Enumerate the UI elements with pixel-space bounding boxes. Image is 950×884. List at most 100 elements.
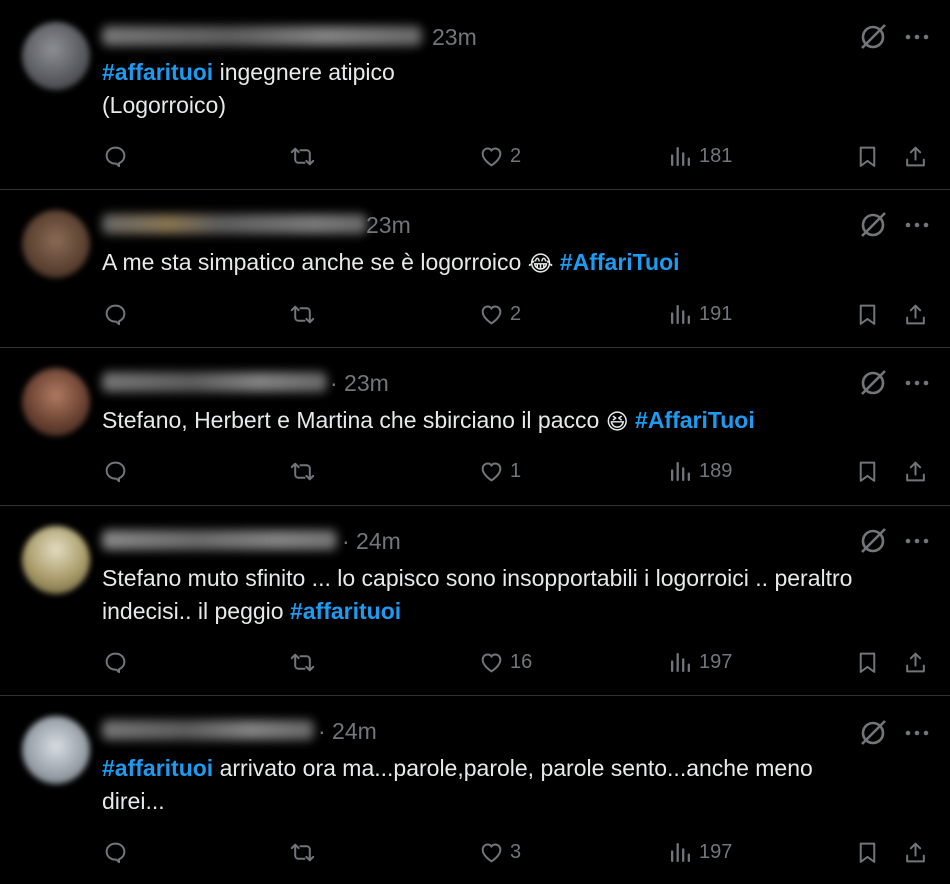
retweet-icon xyxy=(290,147,315,165)
share-button[interactable] xyxy=(903,297,928,331)
bookmark-icon xyxy=(859,652,876,673)
bookmark-button[interactable] xyxy=(855,835,880,869)
more-icon[interactable] xyxy=(904,718,930,748)
grok-icon[interactable] xyxy=(858,210,888,240)
bookmark-button[interactable] xyxy=(855,297,880,331)
tweet-text-segment: Stefano, Herbert e Martina che sbirciano… xyxy=(102,407,606,433)
tweet-2[interactable]: 23m A me sta simpatico anche se è logorr… xyxy=(0,190,950,348)
share-button[interactable] xyxy=(903,454,928,488)
share-icon xyxy=(906,652,925,672)
tweet-time[interactable]: · 24m xyxy=(342,528,401,555)
views-button[interactable]: 189 xyxy=(668,454,732,488)
views-count: 197 xyxy=(699,650,733,673)
grok-icon[interactable] xyxy=(858,368,888,398)
tweet-time[interactable]: 23m xyxy=(366,212,411,239)
author-name-blurred[interactable] xyxy=(102,530,337,550)
share-button[interactable] xyxy=(903,645,928,679)
share-icon xyxy=(906,304,925,324)
views-count: 197 xyxy=(699,840,733,863)
like-button[interactable]: 2 xyxy=(479,139,521,173)
hashtag-link[interactable]: #AffariTuoi xyxy=(560,249,680,275)
views-count: 181 xyxy=(699,144,733,167)
tweet-actions: 3 197 xyxy=(0,835,950,869)
retweet-icon xyxy=(290,305,315,323)
tweet-time[interactable]: · 24m xyxy=(318,718,377,745)
tweet-1[interactable]: 23m #affarituoi ingegnere atipico (Logor… xyxy=(0,0,950,190)
bookmark-icon xyxy=(859,842,876,863)
author-name-blurred[interactable] xyxy=(102,720,314,740)
more-icon[interactable] xyxy=(904,526,930,556)
share-button[interactable] xyxy=(903,139,928,173)
share-icon xyxy=(906,461,925,481)
retweet-button[interactable] xyxy=(290,454,315,488)
author-name-blurred[interactable] xyxy=(102,372,327,392)
like-button[interactable]: 3 xyxy=(479,835,521,869)
tweet-5[interactable]: · 24m #affarituoi arrivato ora ma...paro… xyxy=(0,696,950,884)
hashtag-link[interactable]: #AffariTuoi xyxy=(635,407,755,433)
bookmark-button[interactable] xyxy=(855,139,880,173)
hashtag-link[interactable]: #affarituoi xyxy=(102,59,213,85)
grok-icon[interactable] xyxy=(858,22,888,52)
like-icon xyxy=(481,842,502,862)
author-name-blurred[interactable] xyxy=(102,214,367,234)
like-icon xyxy=(481,461,502,481)
tweet-3[interactable]: · 23m Stefano, Herbert e Martina che sbi… xyxy=(0,348,950,506)
like-icon xyxy=(481,304,502,324)
views-icon xyxy=(671,304,690,324)
views-button[interactable]: 197 xyxy=(668,645,732,679)
bookmark-button[interactable] xyxy=(855,454,880,488)
reply-icon xyxy=(105,304,126,325)
like-count: 2 xyxy=(510,144,522,167)
reply-icon xyxy=(105,652,126,673)
grok-icon[interactable] xyxy=(858,718,888,748)
share-button[interactable] xyxy=(903,835,928,869)
more-icon[interactable] xyxy=(904,368,930,398)
tweet-4[interactable]: · 24m Stefano muto sfinito ... lo capisc… xyxy=(0,506,950,696)
reply-button[interactable] xyxy=(103,139,128,173)
views-button[interactable]: 181 xyxy=(668,139,732,173)
retweet-button[interactable] xyxy=(290,645,315,679)
avatar[interactable] xyxy=(22,210,90,278)
reply-button[interactable] xyxy=(103,297,128,331)
avatar[interactable] xyxy=(22,716,90,784)
bookmark-button[interactable] xyxy=(855,645,880,679)
tweet-text: #affarituoi ingegnere atipico (Logorroic… xyxy=(102,56,922,122)
views-icon xyxy=(671,146,690,166)
retweet-button[interactable] xyxy=(290,139,315,173)
like-button[interactable]: 1 xyxy=(479,454,521,488)
bookmark-icon xyxy=(859,146,876,167)
reply-button[interactable] xyxy=(103,835,128,869)
retweet-icon xyxy=(290,462,315,480)
more-icon[interactable] xyxy=(904,210,930,240)
tweet-text-segment: Stefano muto sfinito ... lo capisco sono… xyxy=(102,565,853,624)
reply-button[interactable] xyxy=(103,454,128,488)
avatar[interactable] xyxy=(22,22,90,90)
tweet-time[interactable]: 23m xyxy=(432,24,477,51)
retweet-button[interactable] xyxy=(290,835,315,869)
views-button[interactable]: 197 xyxy=(668,835,732,869)
tweet-text-segment: A me sta simpatico anche se è logorroico xyxy=(102,249,528,275)
views-icon xyxy=(671,842,690,862)
like-icon xyxy=(481,652,502,672)
tweet-text-segment: (Logorroico) xyxy=(102,92,226,118)
retweet-icon xyxy=(290,653,315,671)
grok-icon[interactable] xyxy=(858,526,888,556)
avatar[interactable] xyxy=(22,368,90,436)
author-name-blurred[interactable] xyxy=(102,26,422,46)
hashtag-link[interactable]: #affarituoi xyxy=(290,598,401,624)
emoji-grinning-squinting: 😆 xyxy=(605,409,629,434)
tweet-actions: 1 189 xyxy=(0,454,950,488)
reply-button[interactable] xyxy=(103,645,128,679)
retweet-button[interactable] xyxy=(290,297,315,331)
views-button[interactable]: 191 xyxy=(668,297,732,331)
like-button[interactable]: 2 xyxy=(479,297,521,331)
tweet-time[interactable]: · 23m xyxy=(330,370,389,397)
like-count: 1 xyxy=(510,459,522,482)
emoji-tears-of-joy: 😂 xyxy=(527,251,554,276)
avatar[interactable] xyxy=(22,526,90,594)
tweet-actions: 2 191 xyxy=(0,297,950,331)
like-button[interactable]: 16 xyxy=(479,645,532,679)
share-icon xyxy=(906,842,925,862)
hashtag-link[interactable]: #affarituoi xyxy=(102,755,213,781)
more-icon[interactable] xyxy=(904,22,930,52)
